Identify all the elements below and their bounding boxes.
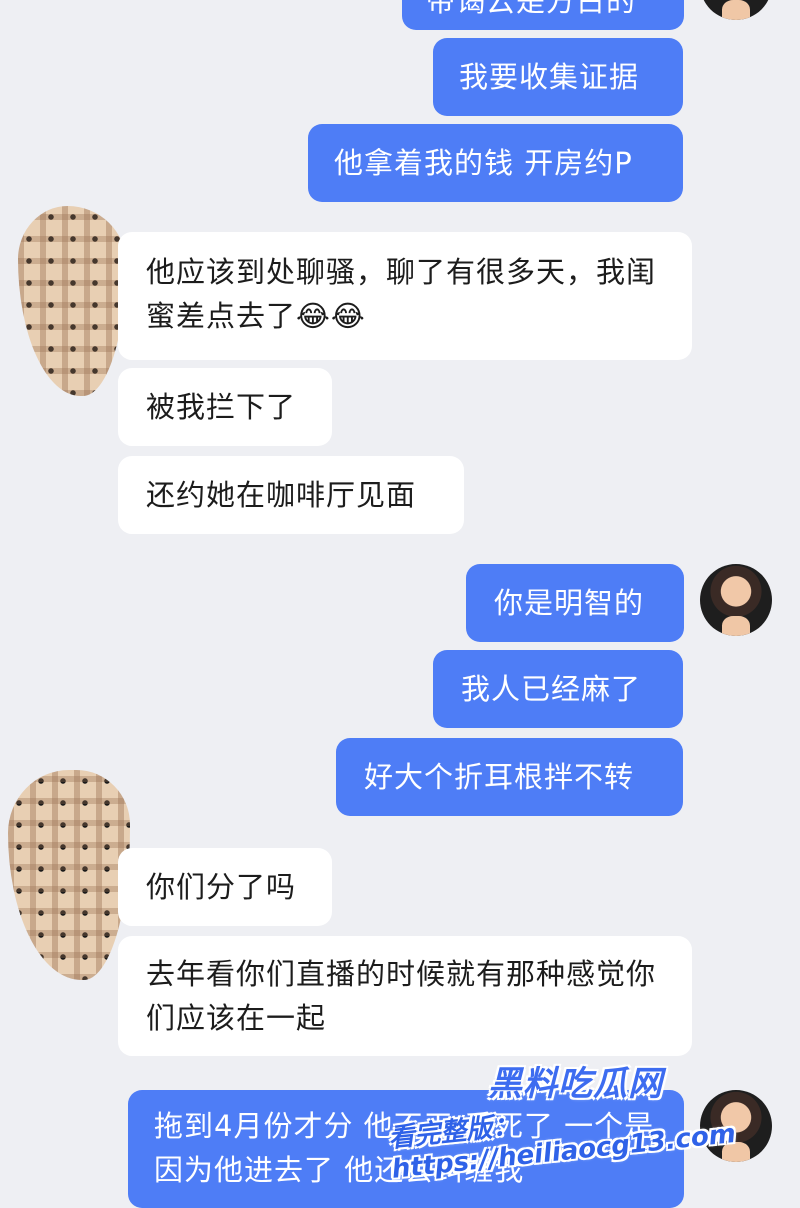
- message-bubble-outgoing[interactable]: 我人已经麻了: [433, 650, 683, 728]
- message-text: 他应该到处聊骚，聊了有很多天，我闺蜜差点去了😂😂: [146, 255, 657, 333]
- contact-avatar-pixelated[interactable]: [18, 206, 126, 396]
- self-avatar[interactable]: [700, 564, 772, 636]
- message-bubble-incoming[interactable]: 去年看你们直播的时候就有那种感觉你们应该在一起: [118, 936, 692, 1056]
- message-bubble-incoming[interactable]: 你们分了吗: [118, 848, 332, 926]
- message-text: 带谒云是方占的: [426, 0, 637, 18]
- message-text: 去年看你们直播的时候就有那种感觉你们应该在一起: [146, 957, 657, 1035]
- message-bubble-incoming[interactable]: 还约她在咖啡厅见面: [118, 456, 464, 534]
- message-text: 好大个折耳根拌不转: [364, 760, 635, 794]
- message-text: 你是明智的: [494, 586, 645, 620]
- message-text: 被我拦下了: [146, 390, 297, 424]
- message-text: 我人已经麻了: [461, 672, 642, 706]
- message-text: 我要收集证据: [459, 60, 640, 94]
- message-bubble-incoming[interactable]: 他应该到处聊骚，聊了有很多天，我闺蜜差点去了😂😂: [118, 232, 692, 360]
- message-bubble-outgoing[interactable]: 好大个折耳根拌不转: [336, 738, 683, 816]
- message-bubble-outgoing[interactable]: 他拿着我的钱 开房约P: [308, 124, 683, 202]
- self-avatar[interactable]: [700, 0, 772, 20]
- message-bubble-outgoing[interactable]: 带谒云是方占的: [402, 0, 684, 30]
- message-bubble-incoming[interactable]: 被我拦下了: [118, 368, 332, 446]
- message-bubble-outgoing[interactable]: 你是明智的: [466, 564, 684, 642]
- message-bubble-outgoing[interactable]: 我要收集证据: [433, 38, 683, 116]
- contact-avatar-pixelated[interactable]: [8, 770, 130, 980]
- message-text: 还约她在咖啡厅见面: [146, 478, 417, 512]
- message-text: 他拿着我的钱 开房约P: [334, 146, 633, 180]
- message-text: 你们分了吗: [146, 870, 297, 904]
